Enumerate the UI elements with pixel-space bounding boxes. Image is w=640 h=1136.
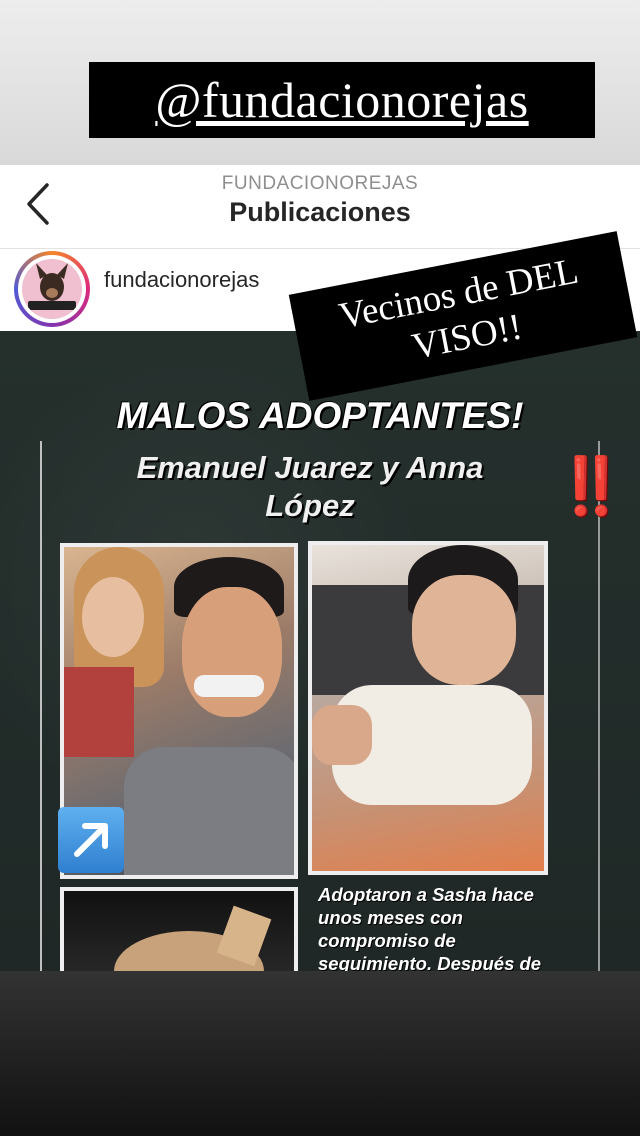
- post-caption: Adoptaron a Sasha hace unos meses con co…: [318, 883, 618, 971]
- photo-dog: [60, 887, 298, 971]
- up-right-arrow-icon: [58, 807, 124, 873]
- names-line-1: Emanuel Juarez y Anna: [136, 450, 484, 485]
- story-bottom-area: [0, 971, 640, 1136]
- double-exclamation-icon: ‼️: [556, 454, 626, 517]
- header-username: FUNDACIONOREJAS: [221, 173, 419, 194]
- page-title: Publicaciones: [229, 197, 411, 227]
- dog-logo-icon: [22, 259, 82, 319]
- caption-line-3: compromiso de: [318, 930, 456, 951]
- avatar[interactable]: [14, 251, 90, 327]
- mention-sticker[interactable]: @fundacionorejas: [89, 62, 595, 138]
- names-line-2: López: [265, 488, 355, 523]
- caption-line-2: unos meses con: [318, 907, 463, 928]
- caption-line-1: Adoptaron a Sasha hace: [318, 884, 534, 905]
- instagram-header: FUNDACIONOREJAS Publicaciones: [0, 165, 640, 249]
- post-names: Emanuel Juarez y Anna López: [60, 449, 560, 525]
- story-top-area: @fundacionorejas: [0, 0, 640, 165]
- caption-line-4: seguimiento. Después de: [318, 953, 542, 971]
- post-username[interactable]: fundacionorejas: [104, 267, 259, 293]
- post-headline: MALOS ADOPTANTES!: [116, 395, 524, 436]
- photo-man-with-cat: [308, 541, 548, 875]
- post-image[interactable]: MALOS ADOPTANTES! Emanuel Juarez y Anna …: [0, 331, 640, 971]
